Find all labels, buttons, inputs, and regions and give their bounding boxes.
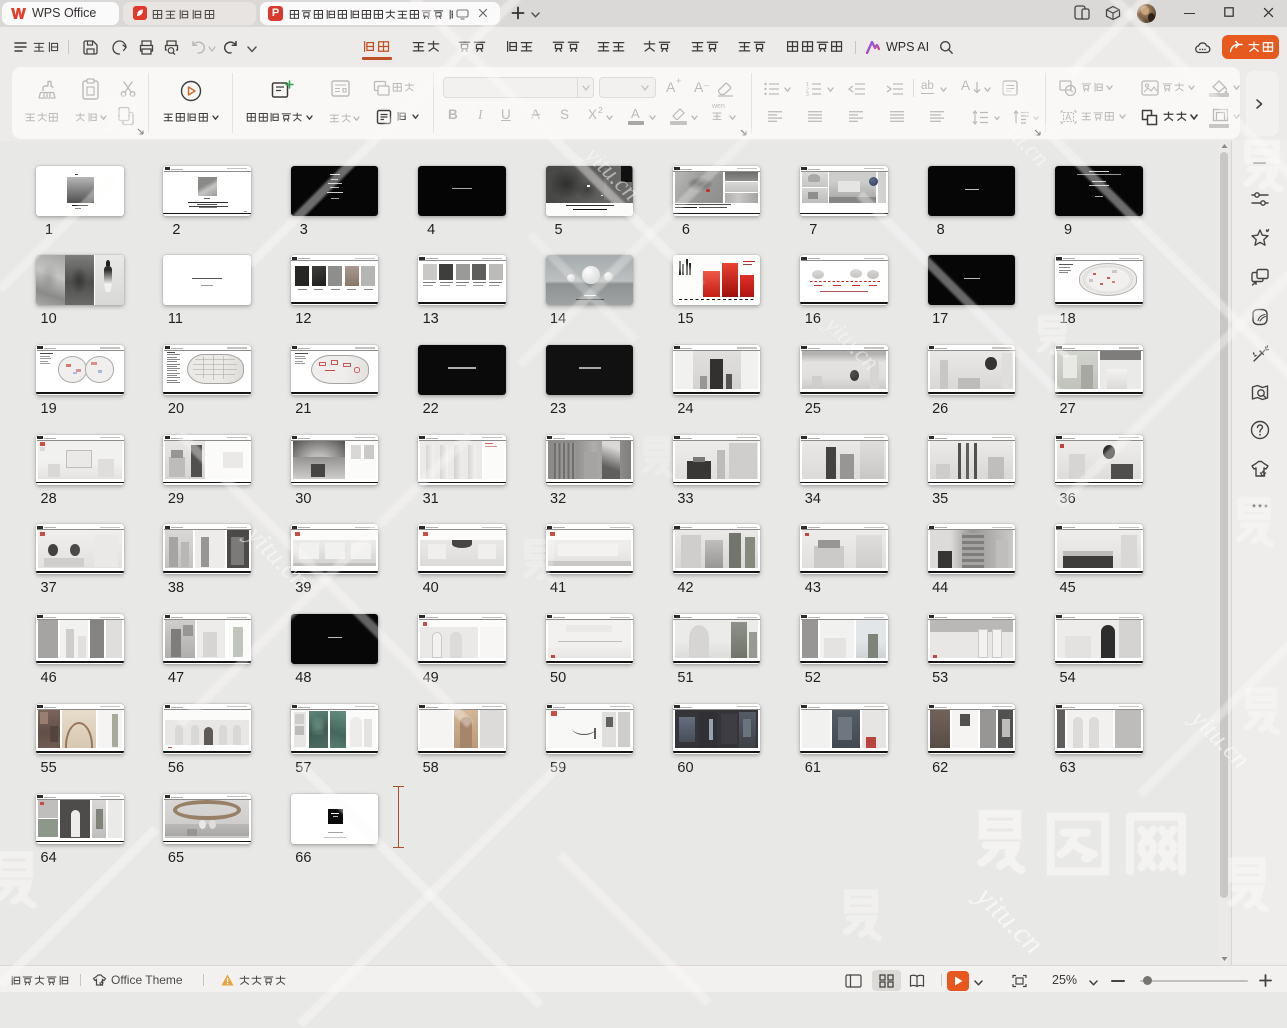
svg-text:A: A: [1065, 112, 1071, 122]
svg-text:3: 3: [806, 92, 809, 96]
